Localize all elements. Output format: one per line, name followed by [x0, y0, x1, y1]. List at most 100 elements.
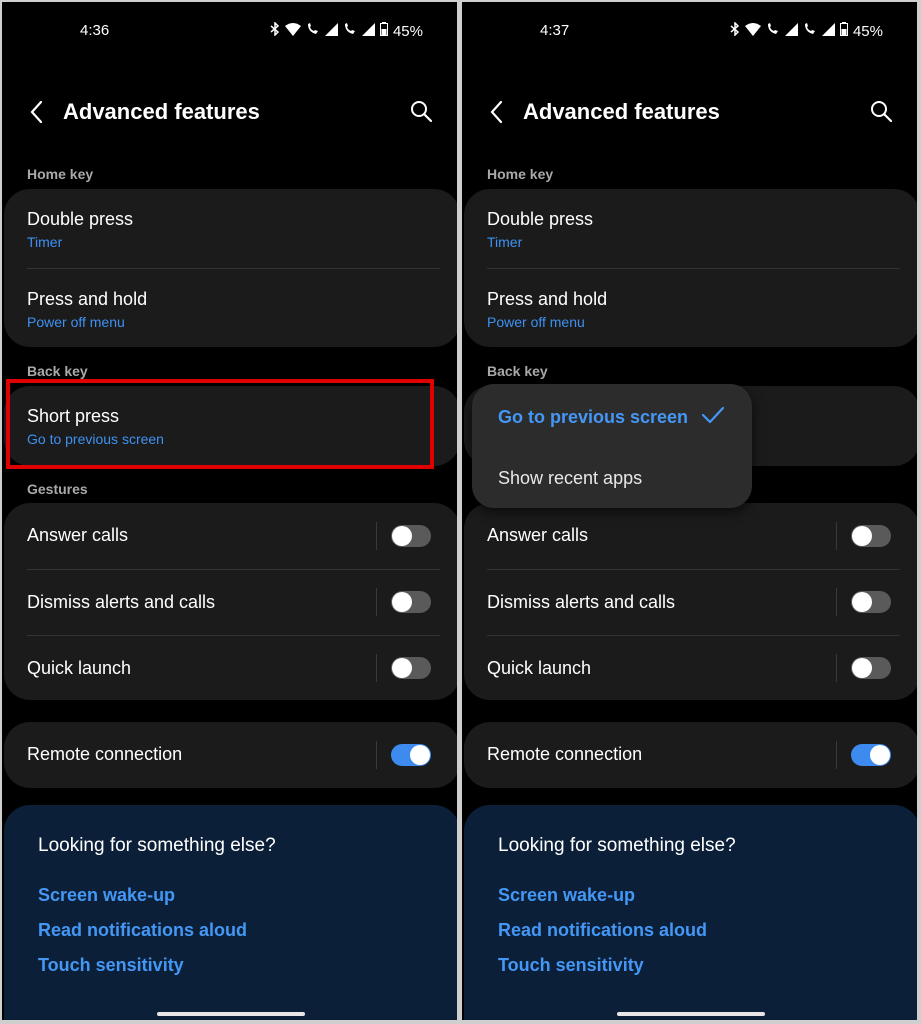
signal-icon [324, 22, 338, 40]
quick-launch-row[interactable]: Quick launch [4, 636, 457, 700]
status-time: 4:37 [540, 22, 570, 39]
bluetooth-icon [270, 21, 280, 40]
status-bar: 4:36 45% [2, 20, 457, 44]
dismiss-alerts-toggle[interactable] [851, 591, 891, 613]
short-press-options-popup: Go to previous screen Show recent apps [472, 384, 752, 508]
section-gestures: Gestures [27, 481, 88, 497]
answer-calls-label: Answer calls [27, 525, 129, 545]
search-icon[interactable] [869, 99, 895, 125]
press-hold-label: Press and hold [27, 289, 148, 309]
toggle-separator [376, 522, 377, 550]
status-bar: 4:37 45% [462, 20, 917, 44]
double-press-value: Timer [27, 234, 63, 250]
quick-launch-row[interactable]: Quick launch [464, 636, 917, 700]
answer-calls-toggle[interactable] [391, 525, 431, 547]
link-touch-sensitivity[interactable]: Touch sensitivity [38, 955, 184, 976]
remote-connection-label: Remote connection [27, 744, 183, 764]
page-title: Advanced features [63, 99, 260, 124]
status-time: 4:36 [80, 22, 110, 39]
dismiss-alerts-row[interactable]: Dismiss alerts and calls [4, 570, 457, 635]
answer-calls-label: Answer calls [487, 525, 589, 545]
toggle-separator [836, 741, 837, 769]
remote-card: Remote connection [464, 722, 917, 788]
dismiss-alerts-toggle[interactable] [391, 591, 431, 613]
quick-launch-label: Quick launch [487, 658, 592, 678]
link-touch-sensitivity[interactable]: Touch sensitivity [498, 955, 644, 976]
home-key-card: Double press Timer Press and hold Power … [4, 189, 457, 347]
app-header: Advanced features [2, 92, 457, 136]
call-signal-icon [766, 22, 780, 40]
link-read-notifications[interactable]: Read notifications aloud [38, 920, 247, 941]
battery-icon [839, 22, 848, 40]
link-screen-wake-up[interactable]: Screen wake-up [498, 885, 635, 906]
phone-screen-after: 4:37 45% Advanced features Home key Doub… [462, 2, 917, 1020]
dismiss-alerts-label: Dismiss alerts and calls [27, 592, 216, 612]
answer-calls-row[interactable]: Answer calls [4, 503, 457, 569]
double-press-value: Timer [487, 234, 523, 250]
remote-card: Remote connection [4, 722, 457, 788]
press-hold-value: Power off menu [27, 314, 125, 330]
quick-launch-toggle[interactable] [851, 657, 891, 679]
press-hold-label: Press and hold [487, 289, 608, 309]
help-title: Looking for something else? [38, 835, 276, 856]
double-press-row[interactable]: Double press Timer [4, 189, 457, 268]
home-indicator [157, 1012, 305, 1016]
call-signal-icon-2 [803, 22, 817, 40]
remote-connection-row[interactable]: Remote connection [464, 722, 917, 788]
back-arrow-icon[interactable] [24, 98, 52, 126]
option-go-to-previous-screen[interactable]: Go to previous screen [498, 407, 688, 428]
home-indicator [617, 1012, 765, 1016]
toggle-separator [376, 741, 377, 769]
wifi-icon [284, 22, 301, 40]
remote-connection-label: Remote connection [487, 744, 643, 764]
press-hold-row[interactable]: Press and hold Power off menu [464, 269, 917, 347]
toggle-separator [376, 588, 377, 616]
phone-screen-before: 4:36 45% Advanced features Home key Doub… [2, 2, 457, 1020]
bluetooth-icon [730, 21, 740, 40]
page-title: Advanced features [523, 99, 720, 124]
battery-percent: 45% [392, 22, 423, 40]
remote-connection-toggle[interactable] [391, 744, 431, 766]
highlight-box [6, 379, 434, 469]
dismiss-alerts-label: Dismiss alerts and calls [487, 592, 676, 612]
section-home-key: Home key [27, 166, 94, 182]
battery-icon [379, 22, 388, 40]
home-key-card: Double press Timer Press and hold Power … [464, 189, 917, 347]
double-press-label: Double press [487, 209, 594, 229]
remote-connection-toggle[interactable] [851, 744, 891, 766]
signal-icon-2 [821, 22, 835, 40]
check-icon [700, 404, 726, 426]
double-press-label: Double press [27, 209, 134, 229]
answer-calls-row[interactable]: Answer calls [464, 503, 917, 569]
status-icons: 45% [270, 21, 423, 40]
option-show-recent-apps[interactable]: Show recent apps [498, 468, 642, 489]
wifi-icon [744, 22, 761, 40]
call-signal-icon [306, 22, 320, 40]
link-screen-wake-up[interactable]: Screen wake-up [38, 885, 175, 906]
app-header: Advanced features [462, 92, 917, 136]
dismiss-alerts-row[interactable]: Dismiss alerts and calls [464, 570, 917, 635]
status-icons: 45% [730, 21, 883, 40]
link-read-notifications[interactable]: Read notifications aloud [498, 920, 707, 941]
help-card: Looking for something else? Screen wake-… [464, 805, 917, 1020]
toggle-separator [836, 522, 837, 550]
call-signal-icon-2 [343, 22, 357, 40]
answer-calls-toggle[interactable] [851, 525, 891, 547]
remote-connection-row[interactable]: Remote connection [4, 722, 457, 788]
section-back-key: Back key [487, 363, 548, 379]
press-hold-row[interactable]: Press and hold Power off menu [4, 269, 457, 347]
signal-icon [784, 22, 798, 40]
section-home-key: Home key [487, 166, 554, 182]
signal-icon-2 [361, 22, 375, 40]
help-title: Looking for something else? [498, 835, 736, 856]
help-card: Looking for something else? Screen wake-… [4, 805, 457, 1020]
toggle-separator [376, 654, 377, 682]
gestures-card: Answer calls Dismiss alerts and calls Qu… [464, 503, 917, 700]
search-icon[interactable] [409, 99, 435, 125]
quick-launch-toggle[interactable] [391, 657, 431, 679]
back-arrow-icon[interactable] [484, 98, 512, 126]
battery-percent: 45% [852, 22, 883, 40]
gestures-card: Answer calls Dismiss alerts and calls Qu… [4, 503, 457, 700]
section-back-key: Back key [27, 363, 88, 379]
double-press-row[interactable]: Double press Timer [464, 189, 917, 268]
